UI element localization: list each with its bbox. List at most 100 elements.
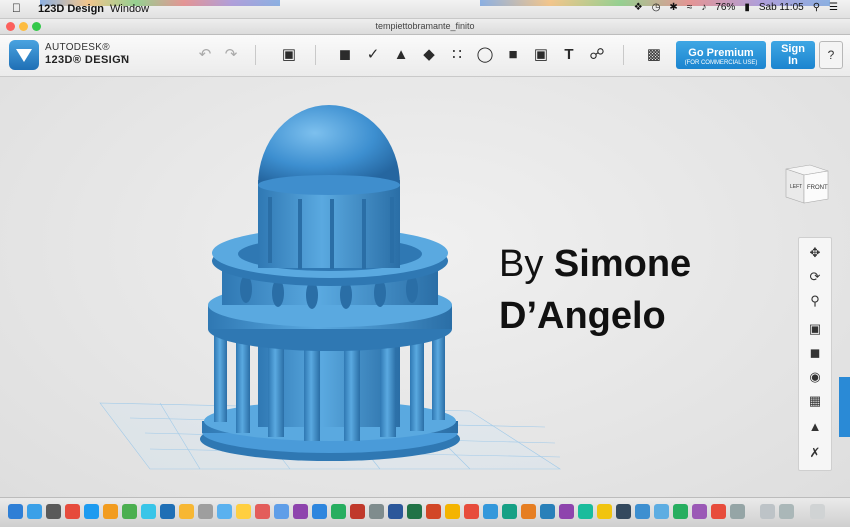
material-icon[interactable]: ▩ xyxy=(643,44,665,66)
viewcube-left-label: LEFT xyxy=(790,184,802,190)
modify-icon[interactable]: ◆ xyxy=(418,44,440,66)
trash-icon[interactable] xyxy=(810,504,825,519)
credit-first-name: Simone xyxy=(553,243,692,285)
combine-icon[interactable]: ■ xyxy=(502,44,524,66)
pattern-icon[interactable]: ∷ xyxy=(446,44,468,66)
app-icon[interactable] xyxy=(46,504,61,519)
sign-in-button[interactable]: Sign In xyxy=(771,41,815,69)
app-icon[interactable] xyxy=(578,504,593,519)
app-icon[interactable] xyxy=(255,504,270,519)
bluetooth-icon[interactable]: ✱ xyxy=(669,2,677,13)
view-cube[interactable]: LEFT FRONT xyxy=(778,163,830,207)
chrome-icon[interactable] xyxy=(122,504,137,519)
app-icon[interactable] xyxy=(369,504,384,519)
app-icon[interactable] xyxy=(331,504,346,519)
main-toolbar: AUTODESK® 123D® DESIGN ⌄ ↶ ↷ ▣ ◼ ✓ ▲ ◆ ∷… xyxy=(0,35,850,77)
app-icon[interactable] xyxy=(312,504,327,519)
zoom-window-button[interactable] xyxy=(32,22,41,31)
pan-icon[interactable]: ✥ xyxy=(799,242,831,264)
mac-dock xyxy=(0,497,850,527)
app-icon[interactable] xyxy=(350,504,365,519)
measure-icon[interactable]: ▣ xyxy=(530,44,552,66)
3d-viewport[interactable]: By Simone D’Angelo LEFT FRONT ✥ ⟳ ⚲ ▣ ◼ … xyxy=(0,77,850,497)
app-icon[interactable] xyxy=(141,504,156,519)
help-button[interactable]: ? xyxy=(819,41,843,69)
app-icon[interactable] xyxy=(711,504,726,519)
word-icon[interactable] xyxy=(388,504,403,519)
finder-icon[interactable] xyxy=(8,504,23,519)
visibility-icon[interactable]: ◉ xyxy=(799,366,831,388)
notes-icon[interactable] xyxy=(179,504,194,519)
spotlight-icon[interactable]: ⚲ xyxy=(813,2,820,13)
app-menu-chevron-icon[interactable]: ⌄ xyxy=(118,47,128,61)
safari-icon[interactable] xyxy=(84,504,99,519)
notification-center-icon[interactable]: ☰ xyxy=(829,2,838,13)
brand-123d-design: 123D® DESIGN xyxy=(45,54,130,66)
app-icon[interactable] xyxy=(654,504,669,519)
app-icon[interactable] xyxy=(559,504,574,519)
app-icon[interactable] xyxy=(217,504,232,519)
minimize-window-button[interactable] xyxy=(19,22,28,31)
solid-toggle-icon[interactable]: ✗ xyxy=(799,442,831,464)
clock[interactable]: Sab 11:05 xyxy=(759,2,804,13)
zoom-icon[interactable]: ⚲ xyxy=(799,290,831,312)
app-icon[interactable] xyxy=(293,504,308,519)
grid-toggle-icon[interactable]: ▦ xyxy=(799,390,831,412)
view-style-icon[interactable]: ◼ xyxy=(799,342,831,364)
volume-icon[interactable]: ♪ xyxy=(701,2,706,13)
side-panel-tab[interactable] xyxy=(839,377,850,437)
close-window-button[interactable] xyxy=(6,22,15,31)
battery-percent[interactable]: 76% xyxy=(715,2,735,13)
app-icon[interactable] xyxy=(540,504,555,519)
app-icon[interactable] xyxy=(616,504,631,519)
window-menu[interactable]: Window xyxy=(110,3,149,15)
app-menu[interactable]: 123D Design xyxy=(38,3,104,15)
app-icon[interactable] xyxy=(730,504,745,519)
text-icon[interactable]: T xyxy=(558,44,580,66)
app-icon[interactable] xyxy=(483,504,498,519)
author-credit: By Simone D’Angelo xyxy=(499,238,691,342)
app-icon[interactable] xyxy=(464,504,479,519)
dropbox-icon[interactable]: ❖ xyxy=(634,2,643,13)
primitives-icon[interactable]: ◼ xyxy=(334,44,356,66)
transform-icon[interactable]: ▣ xyxy=(278,44,300,66)
app-icon[interactable] xyxy=(445,504,460,519)
go-premium-button[interactable]: Go Premium (FOR COMMERCIAL USE) xyxy=(676,41,766,69)
launchpad-icon[interactable] xyxy=(27,504,42,519)
powerpoint-icon[interactable] xyxy=(426,504,441,519)
toolbar-divider xyxy=(255,45,256,65)
app-icon[interactable] xyxy=(236,504,251,519)
app-icon[interactable] xyxy=(673,504,688,519)
time-machine-icon[interactable]: ◷ xyxy=(652,2,661,13)
app-icon[interactable] xyxy=(597,504,612,519)
excel-icon[interactable] xyxy=(407,504,422,519)
snap-icon[interactable]: ☍ xyxy=(586,44,608,66)
downloads-icon[interactable] xyxy=(760,504,775,519)
window-title-bar: tempiettobramante_finito xyxy=(0,19,850,35)
123d-design-icon[interactable] xyxy=(635,504,650,519)
mac-menu-bar:  123D Design Window ❖ ◷ ✱ ≈ ♪ 76% ▮ Sab… xyxy=(0,0,850,19)
sketch-icon[interactable]: ✓ xyxy=(362,44,384,66)
apple-menu-icon[interactable]:  xyxy=(12,1,21,15)
app-icon[interactable] xyxy=(521,504,536,519)
battery-icon[interactable]: ▮ xyxy=(744,2,750,13)
app-icon[interactable] xyxy=(274,504,289,519)
app-icon[interactable] xyxy=(198,504,213,519)
app-icon[interactable] xyxy=(779,504,794,519)
fit-icon[interactable]: ▣ xyxy=(799,318,831,340)
redo-icon[interactable]: ↷ xyxy=(220,44,242,66)
undo-icon[interactable]: ↶ xyxy=(194,44,216,66)
construct-icon[interactable]: ▲ xyxy=(390,44,412,66)
go-premium-sublabel: (FOR COMMERCIAL USE) xyxy=(684,60,758,66)
app-icon[interactable] xyxy=(502,504,517,519)
app-icon[interactable] xyxy=(160,504,175,519)
app-icon[interactable] xyxy=(103,504,118,519)
app-icon[interactable] xyxy=(692,504,707,519)
orbit-icon[interactable]: ⟳ xyxy=(799,266,831,288)
grouping-icon[interactable]: ◯ xyxy=(474,44,496,66)
credit-by: By xyxy=(499,243,544,285)
wifi-icon[interactable]: ≈ xyxy=(687,2,693,13)
app-icon[interactable] xyxy=(65,504,80,519)
material-view-icon[interactable]: ▲ xyxy=(799,416,831,438)
app-logo-icon[interactable] xyxy=(9,40,39,70)
